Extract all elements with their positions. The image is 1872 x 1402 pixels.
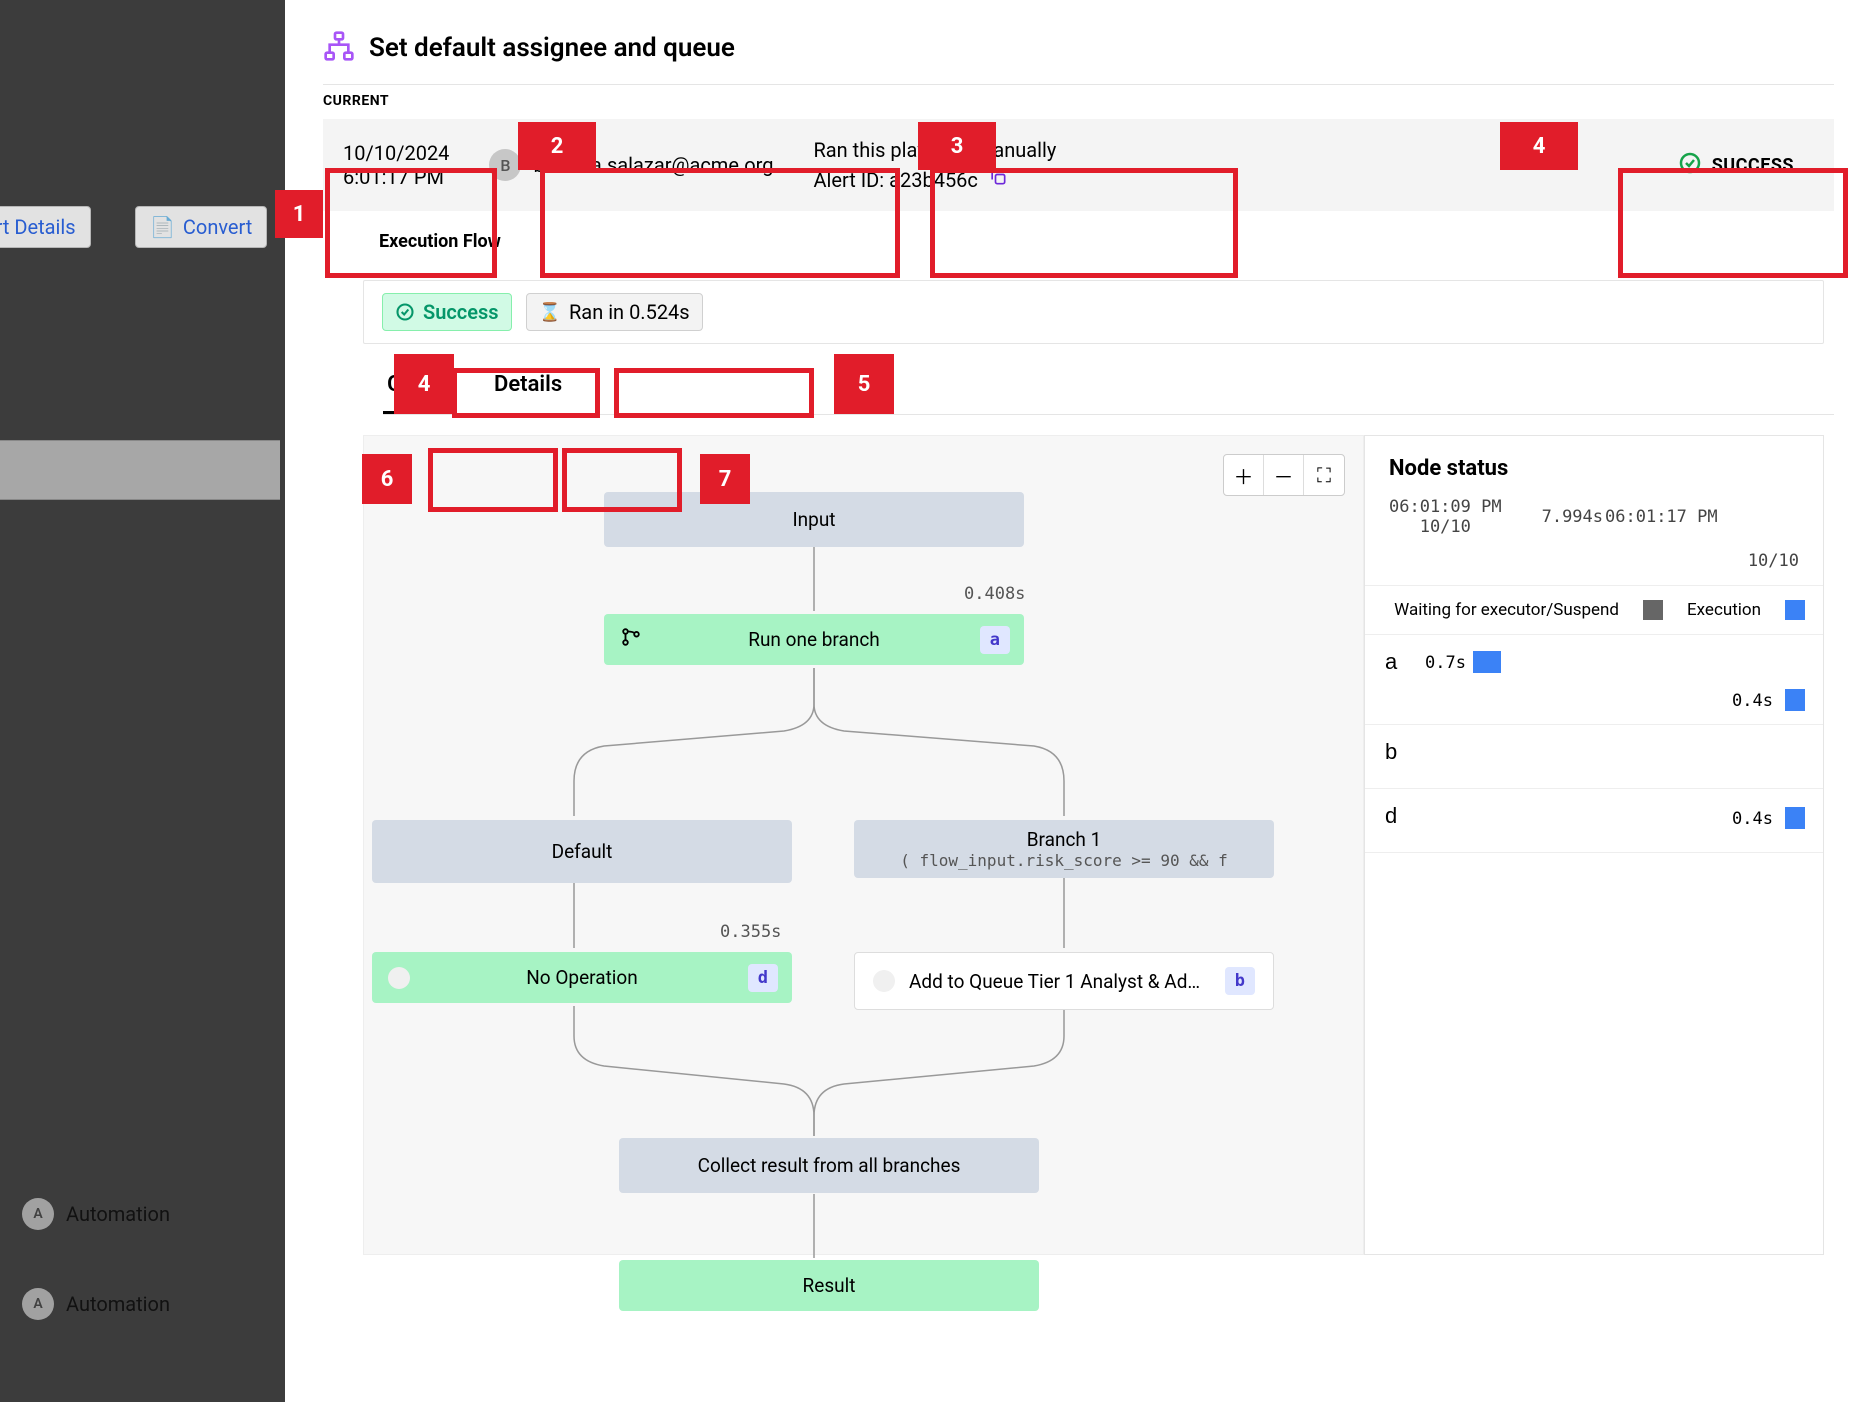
callout-7: 7 [700, 454, 750, 504]
node-status-circle [388, 967, 410, 989]
node-status-legend: Waiting for executor/Suspend Execution [1365, 585, 1823, 635]
workflow-icon [323, 30, 355, 66]
bg-automation-row: AAutomation [22, 1288, 170, 1320]
duration-badge: ⌛ Ran in 0.524s [526, 293, 703, 331]
tab-details[interactable]: Details [490, 362, 566, 414]
node-badge-a: a [980, 626, 1010, 654]
node-status-circle [873, 970, 895, 992]
bg-automation-row: AAutomation [22, 1198, 170, 1230]
detail-panel: Set default assignee and queue CURRENT 1… [285, 0, 1872, 1402]
hourglass-icon: ⌛ [539, 302, 561, 323]
zoom-in-button[interactable]: ＋ [1224, 455, 1264, 495]
current-label: CURRENT [323, 93, 1834, 109]
execution-flow-label: Execution Flow [379, 231, 1834, 252]
node-no-operation[interactable]: No Operation d [372, 952, 792, 1003]
node-branch-1[interactable]: Branch 1 ( flow_input.risk_score >= 90 &… [854, 820, 1274, 878]
tabs: Graph Details [383, 362, 1834, 415]
success-icon [1678, 151, 1702, 179]
callout-4-left: 4 [394, 354, 454, 414]
bg-button-convert[interactable]: 📄 Convert [135, 206, 267, 248]
callout-5: 5 [834, 354, 894, 414]
execution-datetime: 10/10/2024 6:01:17 PM [343, 141, 449, 189]
node-status-row-a[interactable]: a 0.7s 0.4s [1365, 635, 1823, 725]
zoom-out-button[interactable]: － [1264, 455, 1304, 495]
callout-6: 6 [362, 454, 412, 504]
callout-4-top: 4 [1500, 122, 1578, 170]
node-collect-result[interactable]: Collect result from all branches [619, 1138, 1039, 1193]
graph-canvas[interactable]: ＋ － ⛶ Input 0.408s Run on [363, 435, 1364, 1255]
node-default-branch[interactable]: Default [372, 820, 792, 883]
node-badge-b: b [1225, 967, 1255, 995]
branch-icon [620, 626, 642, 653]
node-badge-d: d [748, 964, 778, 992]
callout-2: 2 [518, 122, 596, 170]
callout-3: 3 [918, 122, 996, 170]
node-status-title: Node status [1365, 436, 1823, 497]
user-avatar: B [489, 149, 521, 181]
panel-title: Set default assignee and queue [369, 33, 735, 63]
branch-condition: ( flow_input.risk_score >= 90 && f [868, 851, 1260, 870]
node-add-to-queue[interactable]: Add to Queue Tier 1 Analyst & Add A... b [854, 952, 1274, 1010]
fullscreen-button[interactable]: ⛶ [1304, 455, 1344, 495]
node-run-one-branch[interactable]: Run one branch a [604, 614, 1024, 665]
node-time-d: 0.355s [720, 922, 781, 942]
node-result[interactable]: Result [619, 1260, 1039, 1311]
node-input[interactable]: Input [604, 492, 1024, 547]
node-status-row-d[interactable]: d 0.4s [1365, 789, 1823, 853]
execution-status: SUCCESS [1678, 151, 1814, 179]
node-status-times: 06:01:09 PM 10/10 7.994s06:01:17 PM x [1365, 497, 1823, 551]
node-time-a: 0.408s [964, 584, 1025, 604]
node-status-row-b[interactable]: b [1365, 725, 1823, 789]
status-badge-success: Success [382, 293, 512, 331]
node-status-panel: Node status 06:01:09 PM 10/10 7.994s06:0… [1364, 435, 1824, 1255]
bg-button-details[interactable]: ert Details [0, 206, 91, 248]
canvas-controls: ＋ － ⛶ [1223, 454, 1345, 496]
panel-title-row: Set default assignee and queue [323, 30, 1834, 66]
callout-1: 1 [275, 190, 323, 238]
document-icon: 📄 [150, 215, 175, 239]
